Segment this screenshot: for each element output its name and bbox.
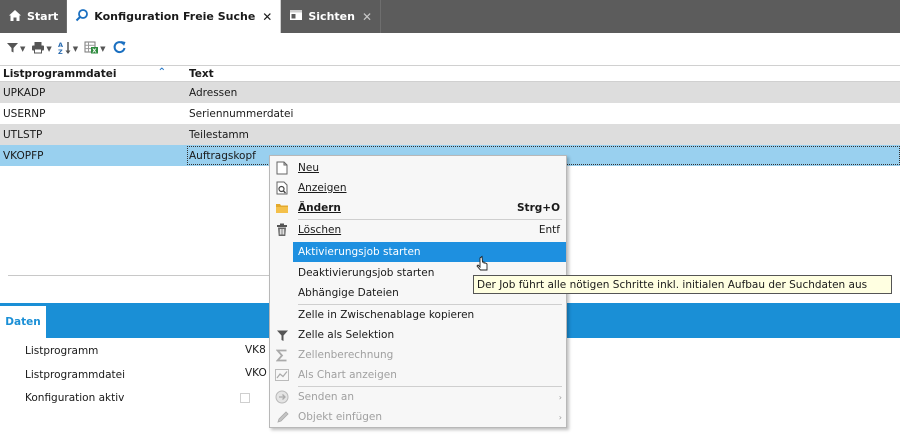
new-document-icon <box>274 160 290 176</box>
pencil-icon <box>274 409 290 425</box>
shortcut-label: Entf <box>538 224 560 236</box>
sum-icon <box>274 347 290 363</box>
menu-item-zelle-als-selektion[interactable]: Zelle als Selektion <box>270 325 566 345</box>
toolbar: ▼ ▼ AZ ▼ X ▼ <box>0 33 900 65</box>
table-row[interactable]: UTLSTP Teilestamm <box>0 124 900 145</box>
tab-start-label: Start <box>27 10 59 23</box>
dropdown-arrow-icon: ▼ <box>46 45 52 53</box>
column-header-text[interactable]: Text <box>172 68 214 80</box>
splitter[interactable] <box>8 275 288 276</box>
home-icon <box>8 9 22 25</box>
submenu-arrow-icon: › <box>558 412 562 422</box>
filter-icon <box>6 41 19 57</box>
print-button[interactable]: ▼ <box>31 39 52 59</box>
field-label: Konfiguration aktiv <box>25 392 125 404</box>
table-row[interactable]: UPKADP Adressen <box>0 82 900 103</box>
data-table: Listprogrammdatei ⌃ Text UPKADP Adressen… <box>0 65 900 166</box>
menu-item-senden-an[interactable]: Senden an › <box>270 387 566 407</box>
trash-icon <box>274 222 290 238</box>
dropdown-arrow-icon: ▼ <box>72 45 79 53</box>
tab-konfiguration-label: Konfiguration Freie Suche <box>94 10 256 23</box>
excel-export-icon: X <box>84 41 99 57</box>
menu-item-aktivierungsjob-starten[interactable]: Aktivierungsjob starten <box>293 242 566 262</box>
table-cell: Seriennummerdatei <box>189 107 294 120</box>
sort-az-icon: AZ <box>58 41 72 58</box>
table-cell: UPKADP <box>3 86 46 99</box>
filter-button[interactable]: ▼ <box>6 39 25 59</box>
menu-item-neu[interactable]: Neu <box>270 158 566 178</box>
tab-start[interactable]: Start <box>0 0 68 33</box>
close-tab-icon[interactable]: ✕ <box>262 10 272 24</box>
listprogramm-field[interactable]: VK8 <box>245 344 266 356</box>
tooltip: Der Job führt alle nötigen Schritte inkl… <box>473 275 892 294</box>
table-row[interactable]: USERNP Seriennummerdatei <box>0 103 900 124</box>
sort-button[interactable]: AZ ▼ <box>58 39 78 59</box>
table-cell: VKOPFP <box>3 149 44 162</box>
svg-text:X: X <box>92 49 97 55</box>
menu-item-als-chart-anzeigen[interactable]: Als Chart anzeigen <box>270 365 566 385</box>
refresh-button[interactable] <box>112 39 127 59</box>
dropdown-arrow-icon: ▼ <box>20 45 26 53</box>
search-icon <box>75 8 89 25</box>
menu-item-zelle-kopieren[interactable]: Zelle in Zwischenablage kopieren <box>270 305 566 325</box>
dropdown-arrow-icon: ▼ <box>100 45 106 53</box>
menu-item-objekt-einfuegen[interactable]: Objekt einfügen › <box>270 407 566 427</box>
menu-item-anzeigen[interactable]: Anzeigen <box>270 178 566 198</box>
excel-export-button[interactable]: X ▼ <box>84 39 106 59</box>
field-label: Listprogramm <box>25 345 99 357</box>
table-cell: UTLSTP <box>3 128 43 141</box>
folder-edit-icon <box>274 200 290 216</box>
close-tab-icon[interactable]: ✕ <box>362 10 372 24</box>
shortcut-label: Strg+O <box>517 202 560 214</box>
menu-item-zellenberechnung[interactable]: Zellenberechnung <box>270 345 566 365</box>
field-label: Listprogrammdatei <box>25 369 125 381</box>
column-header-listprogrammdatei[interactable]: Listprogrammdatei ⌃ <box>0 66 172 80</box>
svg-text:Z: Z <box>58 48 63 55</box>
filter-icon <box>274 327 290 343</box>
send-icon <box>274 389 290 405</box>
table-cell: Adressen <box>189 86 238 99</box>
table-cell: Teilestamm <box>189 128 249 141</box>
form-row-konfiguration-aktiv: Konfiguration aktiv <box>25 389 245 407</box>
print-icon <box>31 41 45 57</box>
submenu-arrow-icon: › <box>558 392 562 402</box>
sort-ascending-icon: ⌃ <box>157 66 166 78</box>
tab-daten[interactable]: Daten <box>0 306 46 338</box>
form-row-listprogramm: Listprogramm <box>25 342 245 360</box>
refresh-icon <box>112 40 127 58</box>
view-document-icon <box>274 180 290 196</box>
tab-konfiguration-freie-suche[interactable]: Konfiguration Freie Suche ✕ <box>67 0 282 33</box>
listprogrammdatei-field[interactable]: VKO <box>245 367 267 379</box>
table-header: Listprogrammdatei ⌃ Text <box>0 65 900 82</box>
menu-item-aendern[interactable]: Ändern Strg+O <box>270 198 566 218</box>
form-row-listprogrammdatei: Listprogrammdatei <box>25 366 245 384</box>
tab-sichten[interactable]: Sichten ✕ <box>281 0 382 33</box>
window-icon <box>289 9 303 24</box>
konfiguration-aktiv-checkbox[interactable] <box>240 393 250 403</box>
chart-icon <box>274 367 290 383</box>
tab-sichten-label: Sichten <box>308 10 355 23</box>
mouse-pointer-icon <box>476 255 490 276</box>
table-cell: USERNP <box>3 107 46 120</box>
tab-bar: Start Konfiguration Freie Suche ✕ Sichte… <box>0 0 900 33</box>
menu-item-loeschen[interactable]: Löschen Entf <box>270 220 566 240</box>
